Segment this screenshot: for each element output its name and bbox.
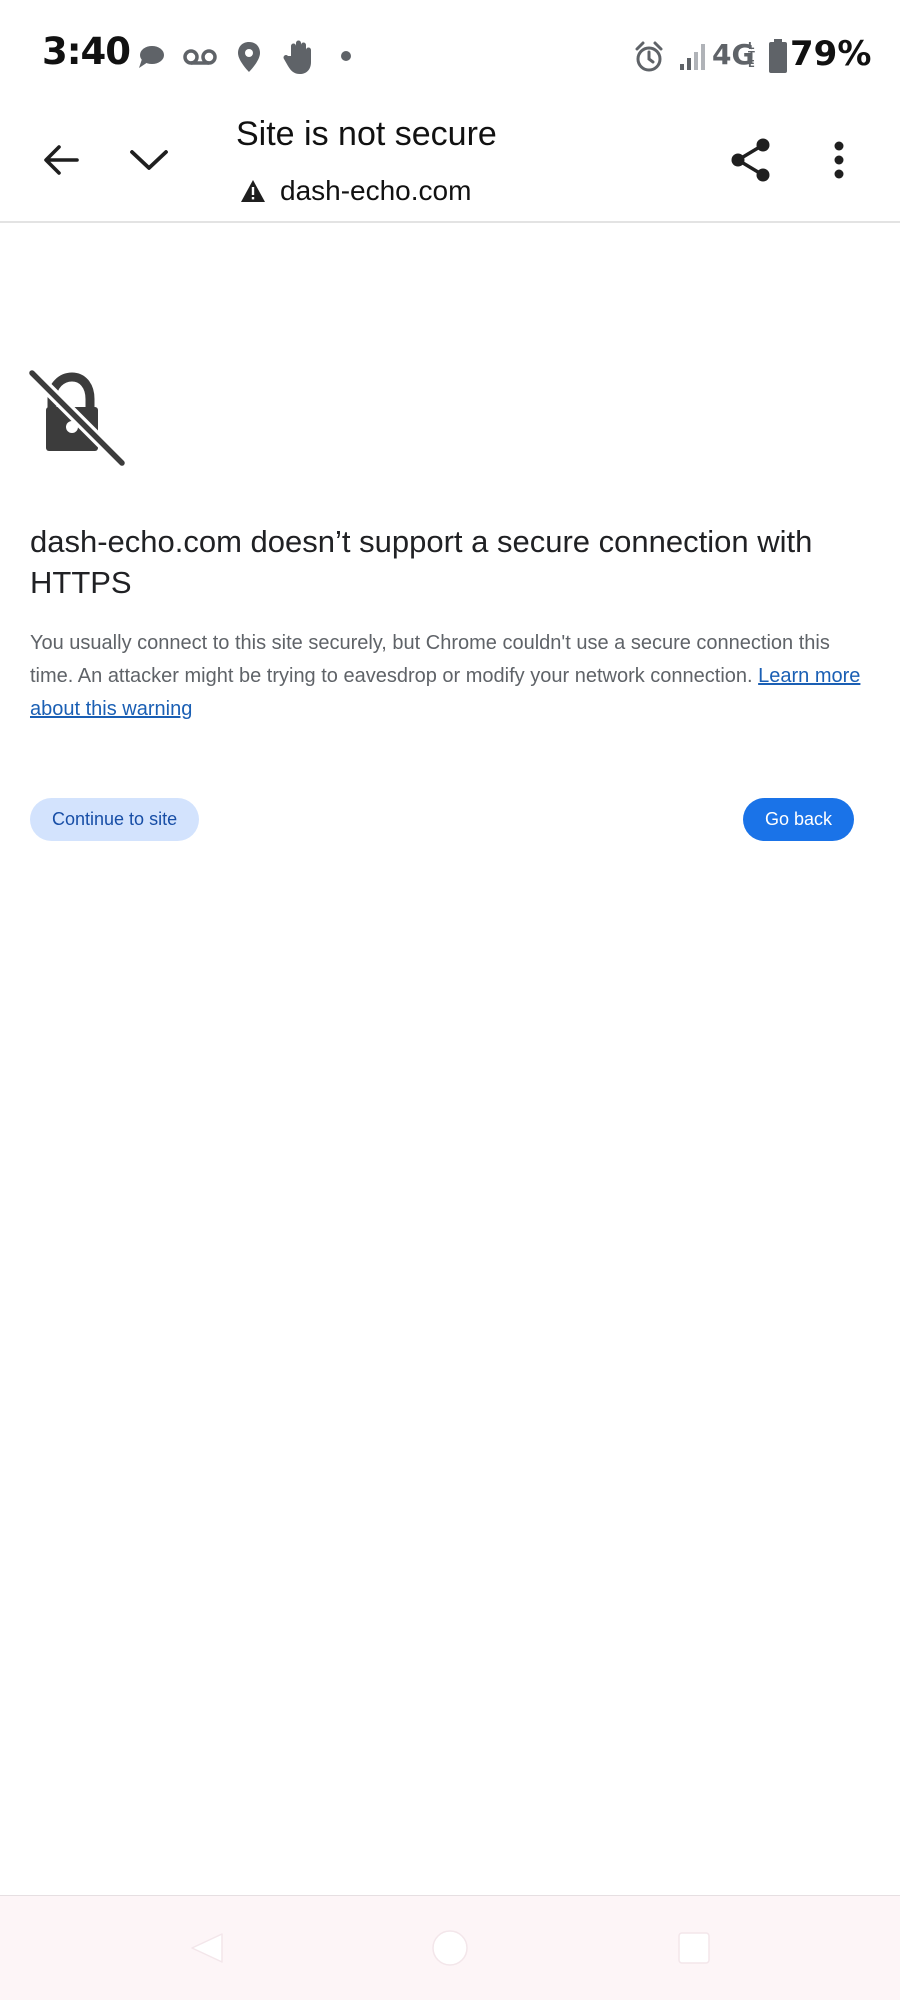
signal-icon <box>678 40 710 72</box>
browser-toolbar: Site is not secure dash-echo.com <box>0 105 900 223</box>
nav-recents-icon <box>678 1932 710 1964</box>
error-headline: dash-echo.com doesn’t support a secure c… <box>30 524 813 600</box>
error-description: You usually connect to this site securel… <box>30 627 870 726</box>
battery-icon <box>768 38 788 74</box>
share-button[interactable] <box>716 125 786 195</box>
location-pin-icon <box>234 40 264 74</box>
back-arrow-icon <box>44 145 79 175</box>
alarm-icon <box>633 40 665 74</box>
nav-recents-button[interactable] <box>674 1928 714 1968</box>
network-sub-label: LTE <box>748 41 755 70</box>
url-text: dash-echo.com <box>280 175 472 206</box>
page-title: Site is not secure <box>236 115 497 153</box>
nav-back-button[interactable] <box>186 1928 226 1968</box>
voicemail-icon <box>182 42 218 72</box>
url-row[interactable]: dash-echo.com <box>240 171 471 211</box>
battery-percent: 79% <box>790 34 872 74</box>
nav-home-icon <box>432 1930 468 1966</box>
status-time: 3:40 <box>42 30 131 73</box>
status-bar: 3:40 4G LTE 79% <box>0 0 900 105</box>
chevron-down-icon <box>130 150 168 170</box>
go-back-button[interactable]: Go back <box>742 798 854 841</box>
more-options-button[interactable] <box>804 125 874 195</box>
share-icon <box>731 138 770 182</box>
back-button[interactable] <box>26 125 96 195</box>
continue-to-site-button[interactable]: Continue to site <box>30 798 200 841</box>
warning-triangle-icon <box>241 180 265 202</box>
collapse-button[interactable] <box>114 125 184 195</box>
nav-home-button[interactable] <box>430 1928 470 1968</box>
system-nav-bar <box>0 1895 900 2000</box>
error-description-text: You usually connect to this site securel… <box>30 632 830 687</box>
nav-back-icon <box>191 1933 223 1963</box>
more-vert-icon <box>834 141 844 179</box>
hand-icon <box>282 38 316 76</box>
lock-off-icon <box>27 368 128 469</box>
dot-icon <box>340 50 352 62</box>
chat-bubble-icon <box>136 42 166 72</box>
